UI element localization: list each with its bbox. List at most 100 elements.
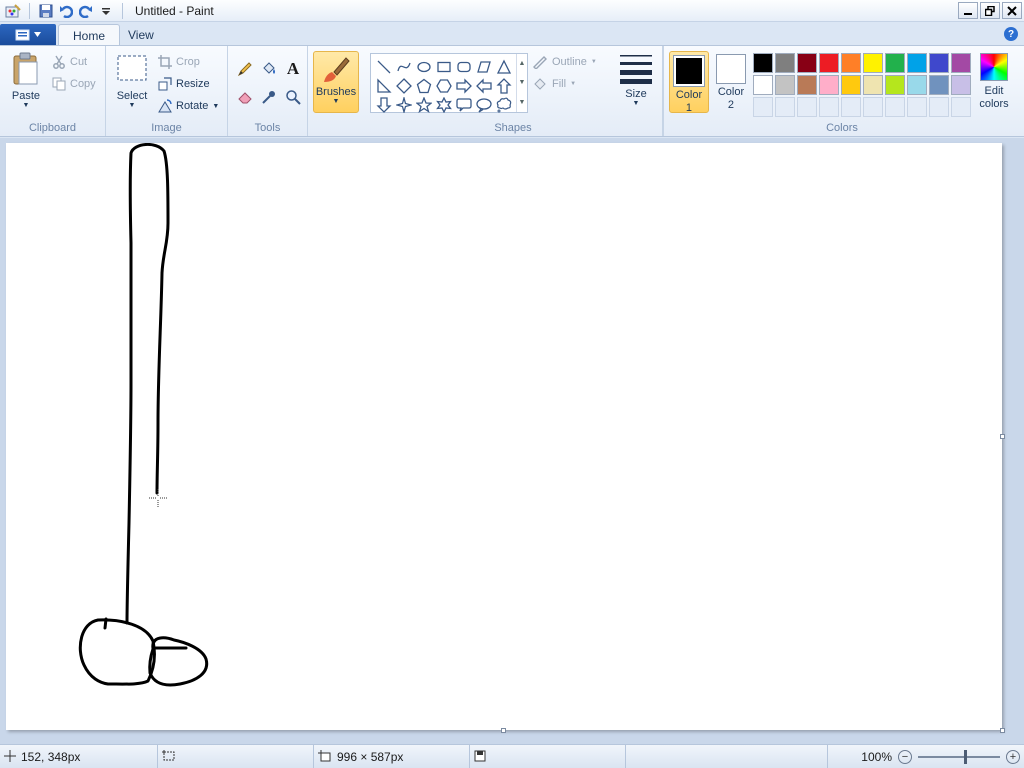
palette-swatch[interactable] — [951, 97, 971, 117]
scroll-down-icon[interactable]: ▼ — [519, 79, 526, 86]
copy-button[interactable]: Copy — [52, 74, 96, 94]
left-arrow-shape-icon[interactable] — [474, 76, 494, 95]
minimize-button[interactable] — [958, 2, 978, 19]
palette-swatch[interactable] — [841, 97, 861, 117]
drawing-canvas[interactable] — [6, 143, 1005, 733]
paint-app-icon[interactable] — [3, 1, 23, 21]
palette-swatch[interactable] — [907, 53, 927, 73]
five-point-star-shape-icon[interactable] — [414, 95, 434, 114]
restore-button[interactable] — [980, 2, 1000, 19]
oval-shape-icon[interactable] — [414, 57, 434, 76]
paste-button[interactable]: Paste ▼ — [8, 52, 44, 109]
palette-swatch[interactable] — [841, 53, 861, 73]
palette-swatch[interactable] — [907, 75, 927, 95]
six-point-star-shape-icon[interactable] — [434, 95, 454, 114]
close-button[interactable] — [1002, 2, 1022, 19]
color-picker-icon[interactable] — [258, 86, 280, 108]
palette-swatch[interactable] — [753, 53, 773, 73]
shapes-gallery: ▲ ▼ ▼ — [370, 53, 528, 113]
palette-swatch[interactable] — [819, 53, 839, 73]
palette-swatch[interactable] — [753, 97, 773, 117]
palette-swatch[interactable] — [951, 53, 971, 73]
zoom-slider[interactable] — [918, 750, 1000, 764]
palette-swatch[interactable] — [863, 97, 883, 117]
color2-button[interactable]: Color 2 — [711, 51, 751, 113]
palette-swatch[interactable] — [797, 97, 817, 117]
polygon-shape-icon[interactable] — [474, 57, 494, 76]
palette-swatch[interactable] — [863, 75, 883, 95]
text-tool-icon[interactable]: A — [282, 58, 304, 80]
resize-button[interactable]: Resize — [158, 74, 210, 94]
customize-qat-icon[interactable] — [96, 1, 116, 21]
fill-button[interactable]: Fill ▼ — [532, 74, 576, 94]
crop-button[interactable]: Crop — [158, 52, 200, 72]
zoom-slider-thumb[interactable] — [964, 750, 967, 764]
hexagon-shape-icon[interactable] — [434, 76, 454, 95]
resize-handle-bottom[interactable] — [501, 728, 506, 733]
resize-handle-right[interactable] — [1000, 434, 1005, 439]
rectangle-shape-icon[interactable] — [434, 57, 454, 76]
zoom-control: 100% − + — [861, 745, 1020, 768]
shapes-scrollbar[interactable]: ▲ ▼ ▼ — [516, 54, 527, 112]
select-button[interactable]: Select ▼ — [114, 54, 150, 109]
tab-view[interactable]: View — [114, 24, 168, 46]
diamond-shape-icon[interactable] — [394, 76, 414, 95]
down-arrow-shape-icon[interactable] — [374, 95, 394, 114]
zoom-in-button[interactable]: + — [1006, 750, 1020, 764]
magnifier-icon[interactable] — [282, 86, 304, 108]
zoom-out-button[interactable]: − — [898, 750, 912, 764]
palette-swatch[interactable] — [929, 53, 949, 73]
redo-icon[interactable] — [76, 1, 96, 21]
scroll-up-icon[interactable]: ▲ — [519, 60, 526, 67]
palette-swatch[interactable] — [863, 53, 883, 73]
save-icon[interactable] — [36, 1, 56, 21]
right-triangle-shape-icon[interactable] — [374, 76, 394, 95]
palette-swatch[interactable] — [885, 75, 905, 95]
palette-swatch[interactable] — [885, 97, 905, 117]
palette-swatch[interactable] — [797, 75, 817, 95]
help-icon[interactable]: ? — [1004, 27, 1018, 41]
palette-swatch[interactable] — [819, 97, 839, 117]
cloud-callout-shape-icon[interactable] — [494, 95, 514, 114]
rounded-callout-shape-icon[interactable] — [454, 95, 474, 114]
palette-swatch[interactable] — [929, 75, 949, 95]
size-button[interactable]: Size ▼ — [616, 52, 656, 107]
palette-swatch[interactable] — [951, 75, 971, 95]
oval-callout-shape-icon[interactable] — [474, 95, 494, 114]
palette-swatch[interactable] — [753, 75, 773, 95]
palette-swatch[interactable] — [775, 97, 795, 117]
palette-swatch[interactable] — [885, 53, 905, 73]
fill-bucket-icon[interactable] — [258, 58, 280, 80]
pencil-icon[interactable] — [234, 58, 256, 80]
palette-swatch[interactable] — [907, 97, 927, 117]
pentagon-shape-icon[interactable] — [414, 76, 434, 95]
resize-handle-corner[interactable] — [1000, 728, 1005, 733]
group-divider — [663, 46, 664, 136]
line-shape-icon[interactable] — [374, 57, 394, 76]
palette-swatch[interactable] — [775, 75, 795, 95]
outline-button[interactable]: Outline ▼ — [532, 52, 597, 72]
eraser-icon[interactable] — [234, 86, 256, 108]
disk-icon — [474, 750, 486, 765]
up-arrow-shape-icon[interactable] — [494, 76, 514, 95]
edit-colors-button[interactable]: Edit colors — [976, 51, 1012, 115]
right-arrow-shape-icon[interactable] — [454, 76, 474, 95]
tab-home[interactable]: Home — [58, 24, 121, 46]
resize-icon — [158, 77, 172, 91]
cut-button[interactable]: Cut — [52, 52, 87, 72]
undo-icon[interactable] — [56, 1, 76, 21]
palette-swatch[interactable] — [797, 53, 817, 73]
palette-swatch[interactable] — [775, 53, 795, 73]
color1-button[interactable]: Color 1 — [669, 51, 709, 114]
brushes-button[interactable]: Brushes ▼ — [313, 51, 359, 113]
palette-swatch[interactable] — [929, 97, 949, 117]
palette-swatch[interactable] — [841, 75, 861, 95]
four-point-star-shape-icon[interactable] — [394, 95, 414, 114]
curve-shape-icon[interactable] — [394, 57, 414, 76]
triangle-shape-icon[interactable] — [494, 57, 514, 76]
paint-menu-button[interactable] — [0, 24, 56, 45]
rotate-button[interactable]: Rotate ▼ — [158, 96, 219, 116]
rounded-rectangle-shape-icon[interactable] — [454, 57, 474, 76]
expand-gallery-icon[interactable]: ▼ — [519, 99, 526, 106]
palette-swatch[interactable] — [819, 75, 839, 95]
